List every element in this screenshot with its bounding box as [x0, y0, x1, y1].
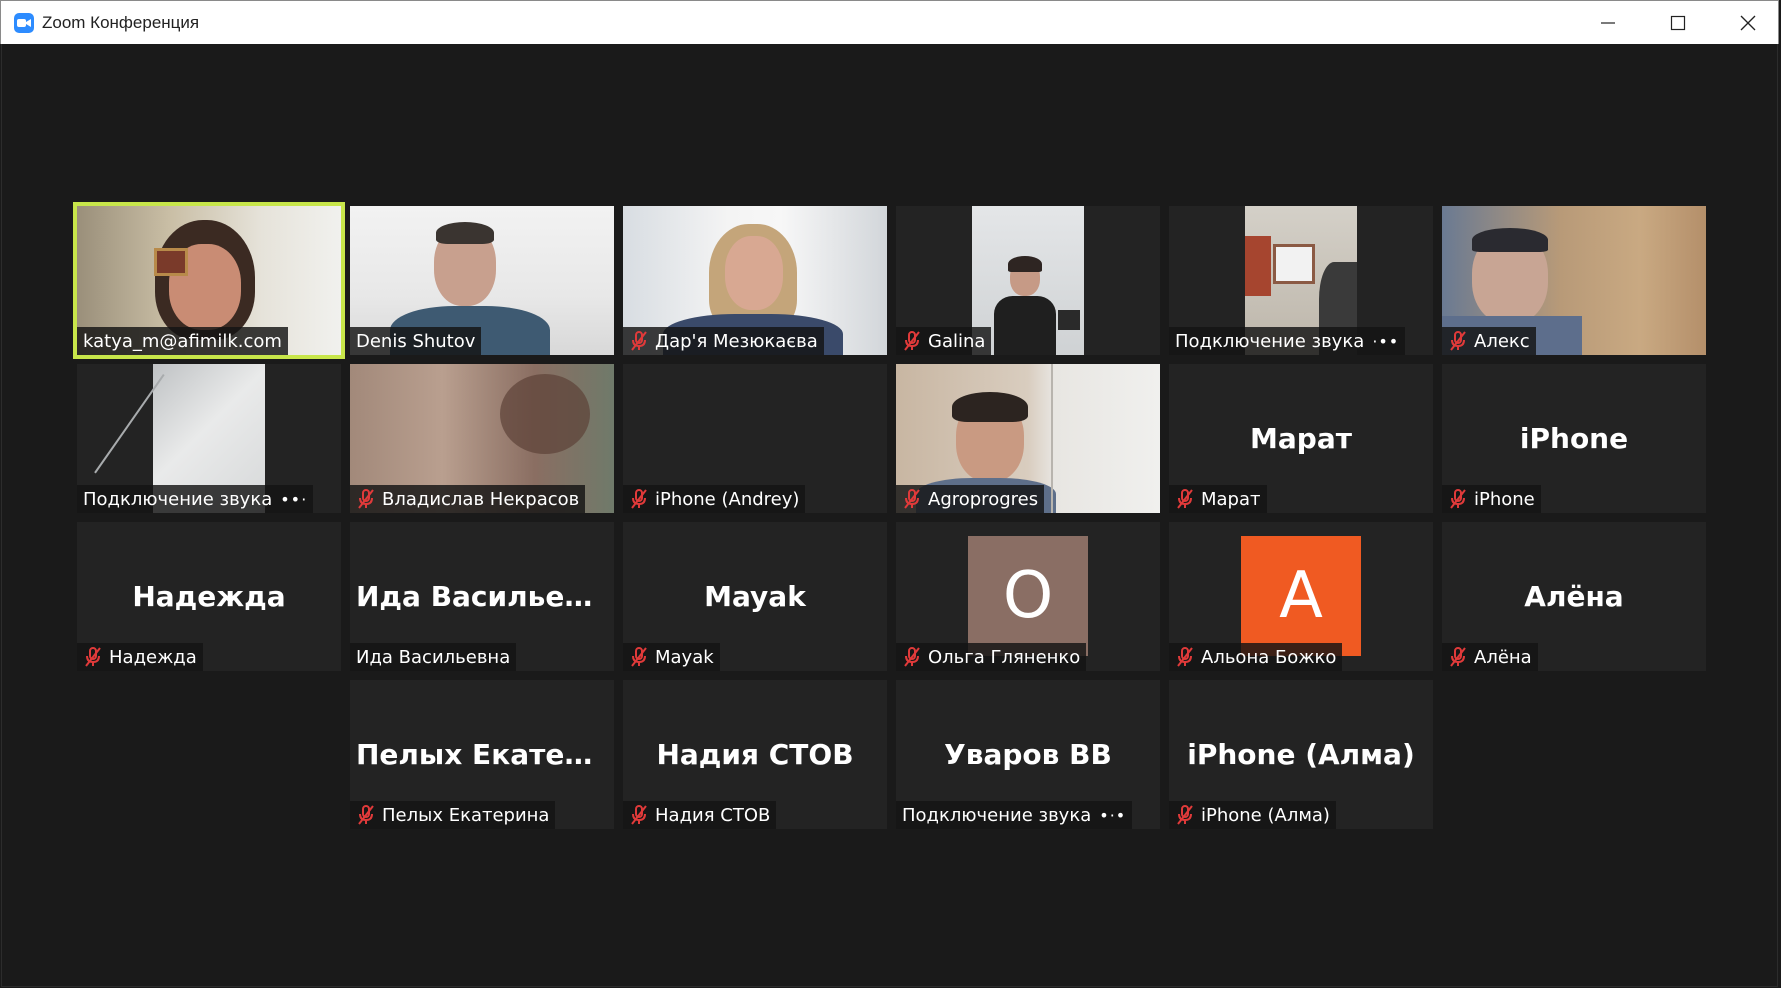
- participant-tile[interactable]: Надия СТОВ Надия СТОВ: [623, 680, 887, 829]
- participant-hair: [436, 222, 494, 244]
- muted-mic-icon: [902, 488, 922, 510]
- participant-hair: [1008, 256, 1042, 272]
- participant-display-name: Надежда: [132, 580, 286, 613]
- muted-mic-icon: [1175, 488, 1195, 510]
- participant-name-label: Надежда: [77, 643, 203, 671]
- participant-name-label: Galina: [896, 327, 992, 355]
- participant-tile[interactable]: Алекс: [1442, 206, 1706, 355]
- video-gallery: katya_m@afimilk.com Denis Shutov Дар'я М…: [1, 44, 1778, 987]
- muted-mic-icon: [356, 804, 376, 826]
- muted-mic-icon: [83, 646, 103, 668]
- wall-picture: [154, 248, 188, 276]
- participant-name-label: Mayak: [623, 643, 720, 671]
- participant-name-label: Дар'я Мезюкаєва: [623, 327, 824, 355]
- participant-tile[interactable]: katya_m@afimilk.com: [73, 202, 345, 359]
- participant-tile[interactable]: Ида Васильевна Ида Васильевна: [350, 522, 614, 671]
- participant-tile[interactable]: Denis Shutov: [350, 206, 614, 355]
- participant-display-name: iPhone: [1519, 422, 1629, 455]
- participant-tile[interactable]: iPhone (Andrey): [623, 364, 887, 513]
- participant-tile[interactable]: Подключение звука ⋅••: [1169, 206, 1433, 355]
- participant-avatar: O: [968, 536, 1088, 656]
- participant-name-label: Алекс: [1442, 327, 1536, 355]
- participant-tile[interactable]: iPhone (Алма) iPhone (Алма): [1169, 680, 1433, 829]
- close-button[interactable]: [1718, 1, 1778, 45]
- connecting-dots-icon: ⋅••: [1372, 331, 1400, 351]
- connecting-dots-icon: ••⋅: [280, 489, 308, 509]
- participant-tile[interactable]: Владислав Некрасов: [350, 364, 614, 513]
- participant-name-label: Подключение звука ⋅••: [1169, 327, 1406, 355]
- participant-name-label: Пелых Екатерина: [350, 801, 556, 829]
- participant-tile[interactable]: Дар'я Мезюкаєва: [623, 206, 887, 355]
- background-object: [1245, 236, 1271, 296]
- participant-tile[interactable]: Galina: [896, 206, 1160, 355]
- zoom-app-icon: [14, 13, 34, 33]
- participant-name-label: Ида Васильевна: [350, 643, 517, 671]
- window-frame: [1273, 244, 1315, 284]
- participant-hair: [952, 392, 1028, 422]
- participant-name-label: iPhone (Алма): [1169, 801, 1336, 829]
- desk-monitor: [1058, 310, 1080, 330]
- maximize-button[interactable]: [1648, 1, 1708, 45]
- participant-display-name: Уваров ВВ: [944, 738, 1112, 771]
- participant-display-name: Надия СТОВ: [656, 738, 854, 771]
- participant-tile[interactable]: Надежда Надежда: [77, 522, 341, 671]
- door-edge: [1051, 364, 1053, 513]
- participant-tile[interactable]: Уваров ВВ Подключение звука •⋅•: [896, 680, 1160, 829]
- blurred-object: [500, 374, 590, 454]
- muted-mic-icon: [629, 330, 649, 352]
- participant-name-label: Ольга Гляненко: [896, 643, 1087, 671]
- muted-mic-icon: [1448, 646, 1468, 668]
- participant-display-name: Марат: [1250, 422, 1352, 455]
- participant-tile[interactable]: A Альона Божко: [1169, 522, 1433, 671]
- participant-name-label: Альона Божко: [1169, 643, 1343, 671]
- participant-display-name: iPhone (Алма): [1187, 738, 1415, 771]
- maximize-icon: [1670, 15, 1686, 31]
- participant-shirt: [994, 296, 1056, 355]
- participant-display-name: Ида Васильевна: [356, 580, 614, 613]
- participant-hair: [1472, 228, 1548, 252]
- title-bar: Zoom Конференция: [0, 0, 1779, 44]
- muted-mic-icon: [1448, 330, 1468, 352]
- minimize-button[interactable]: [1578, 1, 1638, 45]
- connecting-dots-icon: •⋅•: [1099, 805, 1127, 825]
- participant-tile[interactable]: Пелых Екатери... Пелых Екатерина: [350, 680, 614, 829]
- participant-avatar: A: [1241, 536, 1361, 656]
- participant-tile[interactable]: Подключение звука ••⋅: [77, 364, 341, 513]
- participant-display-name: Mayak: [704, 580, 806, 613]
- participant-name-label: Denis Shutov: [350, 327, 482, 355]
- participant-tile[interactable]: Алёна Алёна: [1442, 522, 1706, 671]
- participant-name-label: iPhone: [1442, 485, 1541, 513]
- participant-name-label: Алёна: [1442, 643, 1538, 671]
- participant-name-label: Подключение звука •⋅•: [896, 801, 1133, 829]
- participant-name-label: Подключение звука ••⋅: [77, 485, 314, 513]
- muted-mic-icon: [902, 646, 922, 668]
- muted-mic-icon: [1448, 488, 1468, 510]
- muted-mic-icon: [1175, 646, 1195, 668]
- participant-name-label: Надия СТОВ: [623, 801, 777, 829]
- muted-mic-icon: [902, 330, 922, 352]
- participant-display-name: Алёна: [1524, 580, 1624, 613]
- muted-mic-icon: [356, 488, 376, 510]
- participant-tile[interactable]: Mayak Mayak: [623, 522, 887, 671]
- close-icon: [1740, 15, 1756, 31]
- muted-mic-icon: [629, 646, 649, 668]
- ceiling-line: [94, 374, 165, 474]
- participant-name-label: Владислав Некрасов: [350, 485, 586, 513]
- participant-name-label: Марат: [1169, 485, 1267, 513]
- participant-tile[interactable]: Agroprogres: [896, 364, 1160, 513]
- participant-tile[interactable]: Марат Марат: [1169, 364, 1433, 513]
- participant-tile[interactable]: iPhone iPhone: [1442, 364, 1706, 513]
- window-title: Zoom Конференция: [42, 13, 200, 32]
- participant-tile[interactable]: O Ольга Гляненко: [896, 522, 1160, 671]
- minimize-icon: [1601, 22, 1615, 24]
- muted-mic-icon: [1175, 804, 1195, 826]
- participant-face: [725, 236, 783, 310]
- participant-name-label: iPhone (Andrey): [623, 485, 806, 513]
- participant-name-label: Agroprogres: [896, 485, 1045, 513]
- participant-name-label: katya_m@afimilk.com: [77, 327, 288, 355]
- muted-mic-icon: [629, 488, 649, 510]
- muted-mic-icon: [629, 804, 649, 826]
- participant-display-name: Пелых Екатери...: [356, 738, 614, 771]
